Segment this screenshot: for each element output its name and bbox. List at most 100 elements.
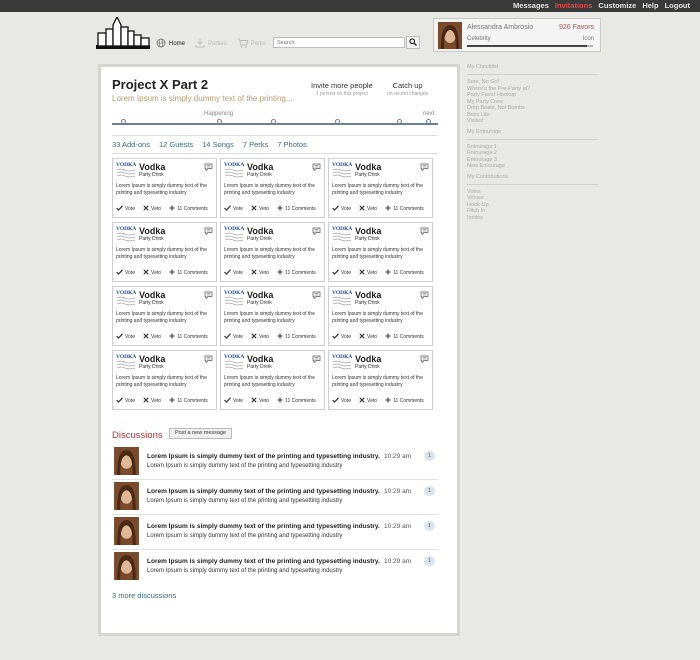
- addon-card[interactable]: VODKA​VodkaParty Drink Lorem Ipsum is sim…: [112, 286, 217, 346]
- comments-button[interactable]: 11 Comments: [385, 397, 424, 405]
- vote-button[interactable]: Vote: [332, 397, 351, 405]
- addon-card[interactable]: VODKA​VodkaParty Drink Lorem Ipsum is sim…: [112, 222, 217, 282]
- vote-button[interactable]: Vote: [224, 205, 243, 213]
- city-skyline-logo[interactable]: [96, 15, 150, 49]
- card-title[interactable]: Vodka: [355, 226, 381, 236]
- card-title[interactable]: Vodka: [355, 162, 381, 172]
- avatar[interactable]: [114, 447, 139, 475]
- comments-button[interactable]: 11 Comments: [277, 269, 316, 277]
- discussion-item[interactable]: Lorem Ipsum is simply dummy text of the …: [112, 517, 438, 551]
- card-title[interactable]: Vodka: [139, 226, 165, 236]
- discussion-title[interactable]: Lorem Ipsum is simply dummy text of the …: [147, 523, 380, 530]
- sidebar-heading[interactable]: My Checklist: [467, 64, 598, 75]
- timeline-dot[interactable]: [217, 119, 222, 124]
- comments-button[interactable]: 11 Comments: [385, 269, 424, 277]
- comment-bubble-icon[interactable]: [312, 291, 321, 300]
- topnav-customize[interactable]: Customize: [598, 1, 636, 11]
- discussion-title[interactable]: Lorem Ipsum is simply dummy text of the …: [147, 453, 380, 460]
- sidebar-heading[interactable]: My Contributions: [467, 174, 598, 185]
- card-title[interactable]: Vodka: [139, 162, 165, 172]
- card-title[interactable]: Vodka: [355, 354, 381, 364]
- discussion-item[interactable]: Lorem Ipsum is simply dummy text of the …: [112, 447, 438, 481]
- veto-button[interactable]: Veto: [251, 269, 269, 277]
- vote-button[interactable]: Vote: [332, 333, 351, 341]
- topnav-logout[interactable]: Logout: [665, 1, 690, 11]
- card-title[interactable]: Vodka: [247, 226, 273, 236]
- reply-count-badge[interactable]: 1: [424, 556, 435, 566]
- card-title[interactable]: Vodka: [247, 290, 273, 300]
- stat-photos[interactable]: 7 Photos: [277, 140, 307, 149]
- card-title[interactable]: Vodka: [139, 290, 165, 300]
- nav-perks[interactable]: Perks: [237, 38, 266, 50]
- comment-bubble-icon[interactable]: [420, 355, 429, 364]
- addon-card[interactable]: VODKA​VodkaParty Drink Lorem Ipsum is sim…: [220, 286, 325, 346]
- comment-bubble-icon[interactable]: [420, 163, 429, 172]
- reply-count-badge[interactable]: 1: [424, 451, 435, 461]
- comment-bubble-icon[interactable]: [204, 163, 213, 172]
- veto-button[interactable]: Veto: [359, 397, 377, 405]
- comments-button[interactable]: 11 Comments: [277, 333, 316, 341]
- comments-button[interactable]: 11 Comments: [169, 205, 208, 213]
- addon-card[interactable]: VODKA​VodkaParty Drink Lorem Ipsum is sim…: [328, 158, 433, 218]
- reply-count-badge[interactable]: 1: [424, 521, 435, 531]
- card-title[interactable]: Vodka: [355, 290, 381, 300]
- discussion-title[interactable]: Lorem Ipsum is simply dummy text of the …: [147, 488, 380, 495]
- vote-button[interactable]: Vote: [224, 397, 243, 405]
- addon-card[interactable]: VODKA​VodkaParty Drink Lorem Ipsum is sim…: [220, 158, 325, 218]
- vote-button[interactable]: Vote: [332, 269, 351, 277]
- addon-card[interactable]: VODKA​VodkaParty Drink Lorem Ipsum is sim…: [220, 222, 325, 282]
- avatar[interactable]: [114, 552, 139, 580]
- vote-button[interactable]: Vote: [116, 397, 135, 405]
- comments-button[interactable]: 11 Comments: [385, 333, 424, 341]
- timeline-dot[interactable]: [426, 119, 431, 124]
- more-discussions-link[interactable]: 3 more discussions: [112, 591, 176, 600]
- addon-card[interactable]: VODKA​VodkaParty Drink Lorem Ipsum is sim…: [328, 286, 433, 346]
- avatar[interactable]: [114, 517, 139, 545]
- topnav-invitations[interactable]: Invitations: [555, 1, 593, 11]
- vote-button[interactable]: Vote: [332, 205, 351, 213]
- veto-button[interactable]: Veto: [143, 269, 161, 277]
- profile-name[interactable]: Alessandra Ambrosio: [467, 24, 533, 31]
- card-title[interactable]: Vodka: [247, 162, 273, 172]
- stat-guests[interactable]: 12 Guests: [159, 140, 193, 149]
- comments-button[interactable]: 11 Comments: [277, 205, 316, 213]
- veto-button[interactable]: Veto: [143, 397, 161, 405]
- veto-button[interactable]: Veto: [359, 269, 377, 277]
- comment-bubble-icon[interactable]: [312, 227, 321, 236]
- stat-add-ons[interactable]: 33 Add-ons: [112, 140, 150, 149]
- comment-bubble-icon[interactable]: [204, 355, 213, 364]
- stat-perks[interactable]: 7 Perks: [243, 140, 268, 149]
- veto-button[interactable]: Veto: [251, 333, 269, 341]
- post-new-message-button[interactable]: Post a new message: [169, 428, 233, 439]
- comments-button[interactable]: 11 Comments: [169, 397, 208, 405]
- stat-songs[interactable]: 14 Songs: [202, 140, 234, 149]
- nav-home[interactable]: Home: [156, 38, 185, 50]
- vote-button[interactable]: Vote: [116, 205, 135, 213]
- timeline-dot[interactable]: [397, 119, 402, 124]
- discussion-title[interactable]: Lorem Ipsum is simply dummy text of the …: [147, 558, 380, 565]
- vote-button[interactable]: Vote: [224, 269, 243, 277]
- invite-more-people[interactable]: Invite more people 1 person on this proj…: [311, 81, 373, 97]
- timeline-dot[interactable]: [271, 119, 276, 124]
- comments-button[interactable]: 11 Comments: [385, 205, 424, 213]
- search-input[interactable]: [273, 37, 405, 48]
- avatar[interactable]: [438, 22, 462, 49]
- veto-button[interactable]: Veto: [359, 205, 377, 213]
- addon-card[interactable]: VODKA​VodkaParty Drink Lorem Ipsum is sim…: [112, 350, 217, 410]
- addon-card[interactable]: VODKA​VodkaParty Drink Lorem Ipsum is sim…: [328, 350, 433, 410]
- comment-bubble-icon[interactable]: [312, 355, 321, 364]
- comment-bubble-icon[interactable]: [312, 163, 321, 172]
- reply-count-badge[interactable]: 1: [424, 486, 435, 496]
- veto-button[interactable]: Veto: [359, 333, 377, 341]
- veto-button[interactable]: Veto: [251, 397, 269, 405]
- vote-button[interactable]: Vote: [224, 333, 243, 341]
- comment-bubble-icon[interactable]: [420, 227, 429, 236]
- timeline-dot[interactable]: [121, 119, 126, 124]
- comments-button[interactable]: 11 Comments: [169, 333, 208, 341]
- card-title[interactable]: Vodka: [247, 354, 273, 364]
- veto-button[interactable]: Veto: [251, 205, 269, 213]
- timeline-dot[interactable]: [335, 119, 340, 124]
- addon-card[interactable]: VODKA​VodkaParty Drink Lorem Ipsum is sim…: [328, 222, 433, 282]
- discussion-item[interactable]: Lorem Ipsum is simply dummy text of the …: [112, 552, 438, 586]
- discussion-item[interactable]: Lorem Ipsum is simply dummy text of the …: [112, 482, 438, 516]
